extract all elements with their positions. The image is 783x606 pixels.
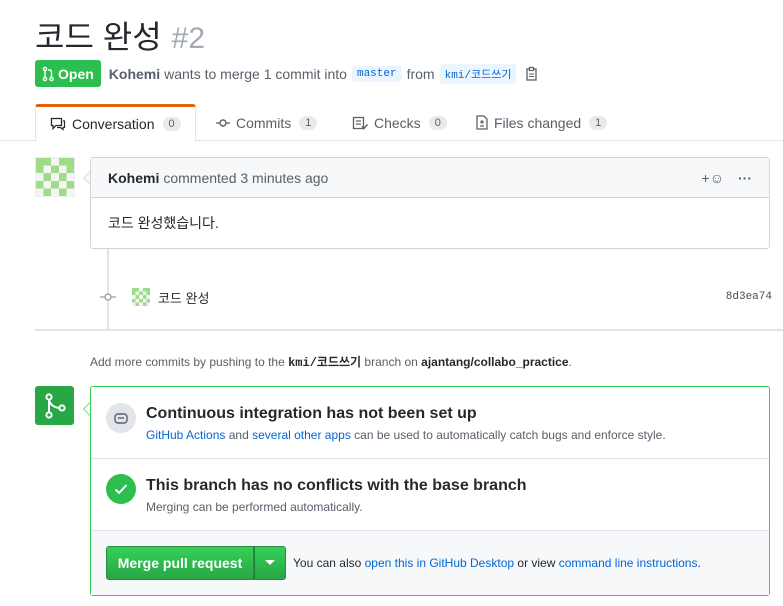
tab-files-label: Files changed	[494, 114, 582, 131]
github-actions-link[interactable]: GitHub Actions	[146, 428, 225, 442]
file-diff-icon	[476, 115, 488, 130]
tab-checks[interactable]: Checks 0	[338, 104, 461, 141]
pr-meta: Open Kohemi wants to merge 1 commit into…	[35, 60, 539, 87]
tab-checks-count: 0	[428, 115, 447, 130]
pr-tabs: Conversation 0 Commits 1 Checks 0 Files …	[0, 104, 783, 142]
checklist-icon	[352, 116, 368, 130]
ci-description: GitHub Actions and several other apps ca…	[146, 428, 666, 442]
commit-row: 코드 완성 8d3ea74	[100, 286, 772, 308]
git-merge-icon	[44, 392, 66, 419]
ci-and: and	[228, 428, 249, 442]
merge-text: wants to merge 1 commit into	[164, 65, 347, 82]
caret-down-icon	[265, 560, 275, 565]
tab-files-changed[interactable]: Files changed 1	[462, 104, 621, 141]
pull-request-icon	[42, 66, 54, 81]
ci-title: Continuous integration has not been set …	[146, 405, 477, 422]
check-icon	[106, 474, 136, 504]
commit-sha[interactable]: 8d3ea74	[726, 291, 772, 303]
base-branch[interactable]: master	[351, 65, 402, 82]
clipboard-icon[interactable]	[525, 66, 539, 82]
command-line-link[interactable]: command line instructions	[559, 556, 698, 570]
pr-title: 코드 완성	[35, 19, 162, 55]
add-more-suffix: .	[568, 355, 572, 369]
head-branch[interactable]: kmi/코드쓰기	[439, 63, 517, 84]
comment-body: 코드 완성했습니다.	[108, 215, 219, 231]
add-more-branch: kmi/코드쓰기	[288, 356, 362, 370]
merge-box: Continuous integration has not been set …	[90, 386, 770, 596]
tab-checks-label: Checks	[374, 114, 421, 131]
add-more-prefix: Add more commits by pushing to the	[90, 355, 285, 369]
comment-icon	[50, 117, 66, 131]
commit-icon	[100, 293, 116, 301]
merge-options-dropdown[interactable]	[254, 546, 286, 580]
more-options-icon[interactable]: ···	[738, 170, 752, 186]
merge-pull-request-button[interactable]: Merge pull request	[106, 546, 254, 580]
ci-section: Continuous integration has not been set …	[91, 387, 769, 459]
ci-robot-icon	[114, 413, 128, 424]
alt-merge-options: You can also open this in GitHub Desktop…	[293, 556, 701, 570]
state-label: Open	[58, 65, 94, 82]
comment-actions: +☺ ···	[702, 170, 752, 186]
alt-suffix: .	[697, 556, 701, 570]
other-apps-link[interactable]: several other apps	[252, 428, 351, 442]
tab-commits-label: Commits	[236, 114, 292, 131]
add-more-repo: ajantang/collabo_practice	[421, 355, 569, 369]
comment-box: Kohemi commented 3 minutes ago +☺ ··· 코드…	[90, 157, 770, 249]
tab-conversation-count: 0	[162, 117, 181, 131]
merge-status-icon	[35, 386, 74, 425]
tab-commits[interactable]: Commits 1	[202, 104, 331, 141]
open-desktop-link[interactable]: open this in GitHub Desktop	[365, 556, 514, 570]
pr-title-row: 코드 완성 #2	[35, 12, 205, 58]
conflict-title: This branch has no conflicts with the ba…	[146, 477, 527, 494]
comment-meta[interactable]: commented 3 minutes ago	[163, 170, 328, 186]
conflict-section: This branch has no conflicts with the ba…	[91, 459, 769, 531]
author-link[interactable]: Kohemi	[109, 66, 160, 82]
merge-action-section: Merge pull request You can also open thi…	[91, 531, 769, 595]
comment-header: Kohemi commented 3 minutes ago +☺ ···	[91, 158, 769, 198]
ci-rest: can be used to automatically catch bugs …	[354, 428, 666, 442]
avatar[interactable]	[35, 157, 75, 197]
tab-conversation[interactable]: Conversation 0	[35, 104, 196, 142]
tab-commits-count: 1	[299, 115, 318, 130]
add-more-middle: branch on	[364, 355, 418, 369]
commit-icon	[216, 118, 230, 127]
state-badge: Open	[35, 60, 101, 87]
from-text: from	[406, 65, 435, 82]
alt-prefix: You can also	[293, 556, 362, 570]
commit-message[interactable]: 코드 완성	[158, 288, 209, 307]
pr-number: #2	[171, 22, 206, 55]
comment-author[interactable]: Kohemi	[108, 170, 159, 186]
tab-files-count: 1	[589, 115, 608, 130]
ci-icon	[106, 403, 136, 433]
commit-avatar[interactable]	[132, 288, 150, 306]
add-reaction-icon[interactable]: +☺	[702, 170, 724, 186]
timeline-divider	[35, 329, 783, 331]
alt-or: or view	[517, 556, 556, 570]
tab-conversation-label: Conversation	[72, 116, 155, 132]
conflict-description: Merging can be performed automatically.	[146, 500, 363, 514]
add-more-commits-note: Add more commits by pushing to the kmi/코…	[90, 353, 572, 370]
